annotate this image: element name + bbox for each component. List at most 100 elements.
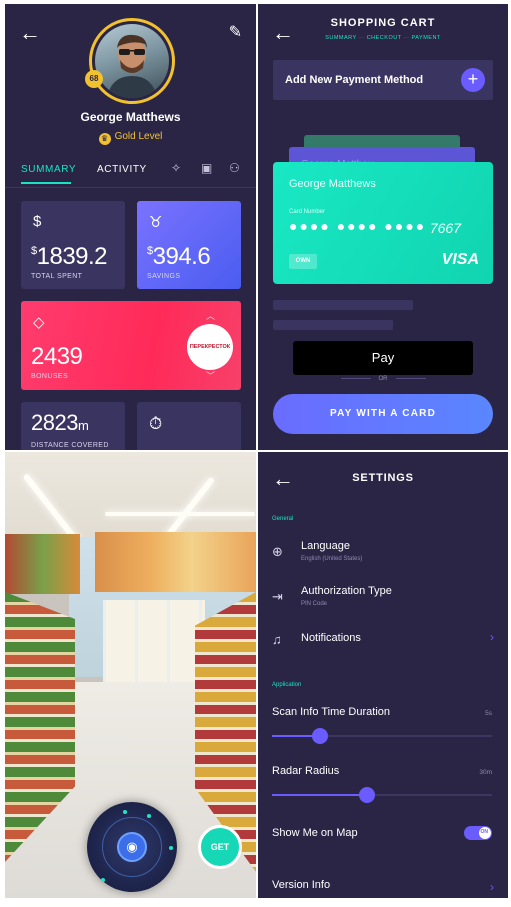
wallet-icon[interactable]: ▣ [201, 161, 213, 175]
authorization-row[interactable]: ⇥ Authorization Type PIN Code [258, 577, 508, 617]
diamond-icon: ◇ [33, 314, 45, 331]
notifications-row[interactable]: ♫ Notifications › [258, 624, 508, 654]
money-icon: $ [33, 213, 42, 230]
level-label: ♛ Gold Level [5, 131, 256, 145]
add-payment-button[interactable]: + [461, 68, 485, 92]
radar-radius-value: 30m [479, 769, 492, 776]
level-badge: 68 [85, 70, 103, 88]
avatar-photo [107, 34, 157, 98]
language-label: Language [301, 540, 350, 552]
step-summary[interactable]: SUMMARY [325, 35, 356, 41]
chevron-up-icon[interactable]: ︿ [206, 309, 215, 322]
language-row[interactable]: ⊕ Language English (United States) [258, 532, 508, 572]
total-spent-value: $1839.2 [31, 243, 108, 270]
ar-store-screen: ◉ GET [5, 452, 256, 898]
stopwatch-icon: ⏱ [149, 414, 163, 433]
placeholder-bar [273, 320, 393, 330]
show-on-map-toggle[interactable]: ON [464, 826, 492, 840]
toggle-knob: ON [479, 827, 491, 839]
profile-screen: ← ✎ 68 George Matthews ♛ Gold Level SUMMA… [5, 4, 256, 450]
tab-activity[interactable]: ACTIVITY [97, 164, 147, 175]
radar-dot [169, 846, 173, 850]
distance-label: DISTANCE COVERED [31, 442, 109, 449]
apple-pay-label: Pay [371, 350, 395, 365]
time-card[interactable]: ⏱ [137, 402, 241, 450]
card-holder-name: George Matthews [289, 178, 376, 190]
bell-icon: ♫ [272, 632, 282, 647]
authorization-label: Authorization Type [301, 585, 392, 597]
step-checkout[interactable]: CHECKOUT [367, 35, 402, 41]
scan-icon[interactable]: ◉ [117, 832, 147, 862]
radar-widget[interactable]: ◉ [87, 802, 177, 892]
chevron-right-icon[interactable]: › [490, 630, 494, 644]
radar-dot [123, 810, 127, 814]
slider-fill [272, 794, 367, 796]
ceiling-light [105, 512, 255, 516]
bread-banner [95, 532, 256, 592]
piggy-bank-icon: ♉ [149, 214, 163, 231]
partner-logo: ПЕРЕКРЕСТОК [187, 324, 233, 370]
produce-banner [5, 534, 80, 594]
language-value: English (United States) [301, 556, 363, 562]
radar-radius-label: Radar Radius [272, 765, 340, 777]
profile-tabs: SUMMARY ACTIVITY ✧ ▣ ⚇ [21, 161, 246, 186]
scan-duration-slider[interactable] [272, 728, 492, 744]
card-number-masked: ●●●● ●●●● ●●●● [289, 218, 427, 234]
chevron-down-icon[interactable]: ﹀ [206, 369, 215, 382]
globe-icon: ⊕ [272, 544, 283, 559]
cart-title: SHOPPING CART [330, 17, 436, 29]
level-text: Gold Level [114, 131, 163, 142]
savings-value: $394.6 [147, 243, 211, 270]
radar-dot [101, 878, 105, 882]
cart-screen: ← SHOPPING CART SUMMARY — CHECKOUT — PAY… [258, 4, 508, 450]
card-last-four: 7667 [429, 220, 461, 236]
scan-duration-label: Scan Info Time Duration [272, 706, 391, 718]
add-payment-method-row[interactable]: Add New Payment Method + [273, 60, 493, 100]
apple-pay-button[interactable]: Pay [293, 341, 473, 375]
placeholder-bar [273, 300, 413, 310]
scan-duration-value: 5s [485, 710, 492, 717]
radar-dot [147, 814, 151, 818]
version-info-label: Version Info [272, 879, 331, 891]
slider-knob[interactable] [358, 787, 375, 803]
savings-card[interactable]: ♉ $394.6 SAVINGS [137, 201, 241, 289]
application-section-label: Application [272, 682, 302, 688]
chevron-right-icon[interactable]: › [490, 880, 494, 894]
avatar[interactable] [89, 18, 175, 104]
toggle-state: ON [480, 829, 489, 835]
bonuses-card[interactable]: ◇ 2439 BONUSES ︿ ПЕРЕКРЕСТОК ﹀ [21, 301, 241, 390]
tab-active-indicator [21, 182, 71, 184]
general-section-label: General [272, 516, 294, 522]
authorization-value: PIN Code [301, 601, 328, 607]
login-icon: ⇥ [272, 589, 283, 604]
step-payment[interactable]: PAYMENT [412, 35, 441, 41]
total-spent-card[interactable]: $ $1839.2 TOTAL SPENT [21, 201, 125, 289]
notifications-label: Notifications [301, 632, 361, 644]
tab-summary[interactable]: SUMMARY [21, 164, 76, 175]
own-badge: OWN [289, 254, 317, 269]
tabs-divider [5, 187, 256, 188]
settings-screen: ← SETTINGS General ⊕ Language English (U… [258, 452, 508, 898]
settings-title: SETTINGS [352, 472, 414, 484]
slider-knob[interactable] [312, 728, 329, 744]
user-name: George Matthews [80, 110, 181, 124]
visa-logo: VISA [441, 251, 479, 268]
radar-radius-slider[interactable] [272, 787, 492, 803]
or-divider: OR [258, 376, 508, 382]
add-friend-icon[interactable]: ⚇ [229, 161, 240, 175]
distance-value: 2823m [31, 410, 89, 435]
card-number-label: Card Number [289, 209, 326, 215]
get-button[interactable]: GET [198, 825, 242, 869]
back-arrow-icon[interactable]: ← [19, 22, 41, 44]
distance-card[interactable]: 2823m DISTANCE COVERED [21, 402, 125, 450]
achievements-icon[interactable]: ✧ [171, 161, 182, 175]
pay-with-card-button[interactable]: PAY WITH A CARD [273, 394, 493, 434]
add-payment-label: Add New Payment Method [285, 74, 424, 86]
credit-card[interactable]: George Matthews Card Number ●●●● ●●●● ●●… [273, 162, 493, 284]
edit-pencil-icon[interactable]: ✎ [229, 22, 242, 42]
checkout-steps: SUMMARY — CHECKOUT — PAYMENT [325, 35, 441, 41]
show-on-map-label: Show Me on Map [272, 827, 358, 839]
total-spent-label: TOTAL SPENT [31, 273, 83, 280]
store-fridges [103, 600, 205, 682]
bonuses-label: BONUSES [31, 373, 69, 380]
